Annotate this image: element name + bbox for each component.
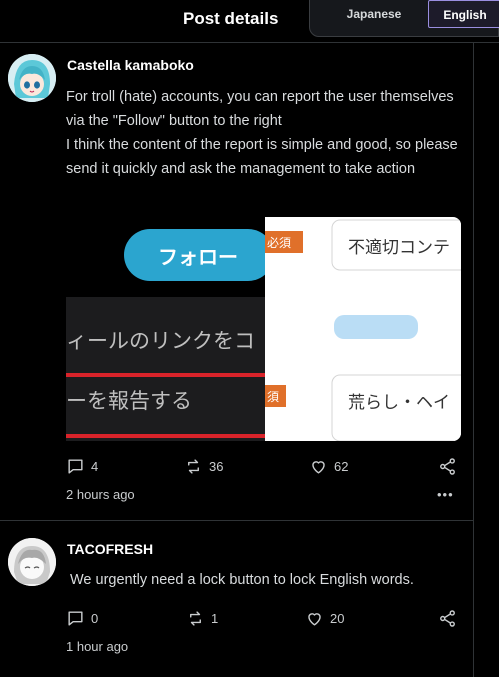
share-button[interactable] (438, 457, 457, 481)
reply-button[interactable]: 0 (66, 609, 98, 628)
repost-icon (190, 611, 201, 626)
post-author[interactable]: Castella kamaboko (67, 57, 194, 73)
reply-count: 4 (91, 459, 99, 474)
comment-icon (68, 459, 83, 474)
reply-button[interactable]: 4 (66, 457, 98, 476)
more-options-button[interactable]: ••• (437, 487, 454, 502)
report-category-field: 不適切コンテ (348, 238, 450, 258)
reply-count: 0 (91, 611, 99, 626)
post-divider (0, 520, 473, 521)
like-count: 62 (334, 459, 349, 474)
language-option-japanese[interactable]: Japanese (322, 0, 426, 28)
share-icon (440, 458, 455, 475)
repost-count: 36 (209, 459, 224, 474)
report-underline-bottom (66, 434, 265, 438)
required-badge: 必須 (267, 236, 292, 250)
share-icon (440, 610, 455, 627)
repost-button[interactable]: 1 (186, 609, 218, 628)
menu-item-report: ーを報告する (66, 389, 192, 413)
report-reason-field: 荒らし・ヘイ (348, 393, 450, 413)
required-badge: 須 (267, 390, 280, 404)
avatar[interactable] (8, 538, 56, 586)
like-button[interactable]: 20 (305, 609, 344, 628)
language-switch: Japanese English (309, 0, 499, 37)
language-option-english[interactable]: English (428, 0, 499, 28)
avatar-illustration (8, 54, 56, 102)
report-underline-top (66, 373, 265, 377)
heart-icon (308, 613, 321, 626)
post-text: For troll (hate) accounts, you can repor… (66, 89, 458, 177)
post-image[interactable]: フォロー ィールのリンクをコ ーを報告する 必須 須 不適切コンテ 荒らし・ヘイ (66, 217, 461, 441)
repost-count: 1 (211, 611, 219, 626)
repost-button[interactable]: 36 (184, 457, 223, 476)
follow-button-label: フォロー (158, 245, 238, 269)
avatar[interactable] (8, 54, 56, 102)
avatar-illustration (8, 538, 56, 586)
column-divider (473, 42, 474, 677)
post-timestamp: 2 hours ago (66, 487, 135, 502)
post-author[interactable]: TACOFRESH (67, 541, 153, 557)
menu-item-profile-link: ィールのリンクをコ (66, 329, 255, 353)
post-text: We urgently need a lock button to lock E… (70, 572, 414, 588)
page-title: Post details (183, 9, 279, 28)
post-timestamp: 1 hour ago (66, 639, 129, 654)
repost-icon (188, 459, 199, 474)
like-button[interactable]: 62 (309, 457, 348, 476)
share-button[interactable] (438, 609, 457, 633)
comment-icon (68, 611, 83, 626)
heart-icon (312, 461, 325, 474)
like-count: 20 (330, 611, 345, 626)
